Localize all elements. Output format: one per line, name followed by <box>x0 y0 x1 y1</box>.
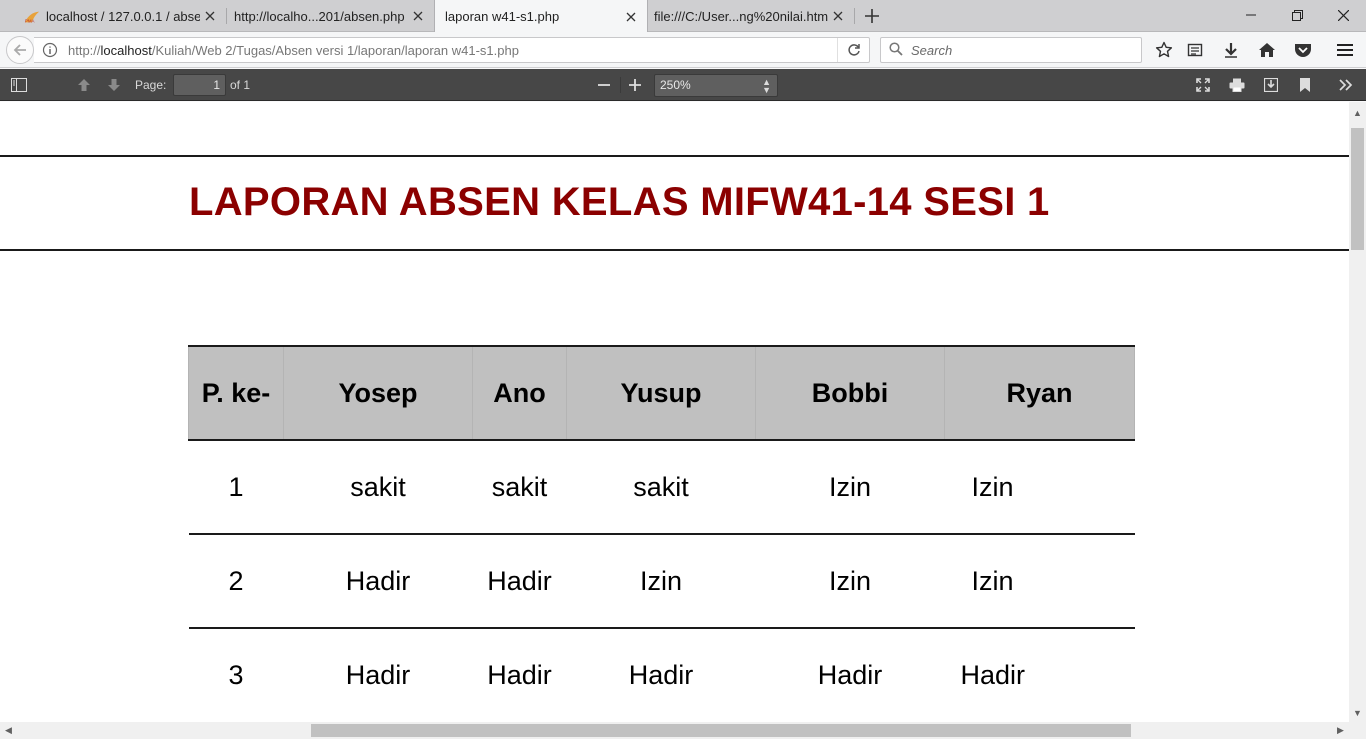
scroll-left-icon[interactable]: ◀ <box>0 722 17 739</box>
url-path: /Kuliah/Web 2/Tugas/Absen versi 1/lapora… <box>151 42 519 58</box>
table-row: 2 Hadir Hadir Izin Izin Izin <box>188 534 1135 629</box>
table-cell: Izin <box>944 534 1135 629</box>
new-tab-button[interactable] <box>860 4 884 28</box>
table-cell: Izin <box>755 440 945 535</box>
phpmyadmin-icon: PMA <box>24 8 40 24</box>
download-icon[interactable] <box>1219 38 1243 62</box>
table-cell: 1 <box>188 440 284 535</box>
bookmark-icon[interactable] <box>1292 73 1318 97</box>
tab-title: file:///C:/User...ng%20nilai.html <box>654 8 828 24</box>
column-header: Ryan <box>944 345 1135 441</box>
page-label: Page: <box>135 78 167 92</box>
attendance-table: P. ke- Yosep Ano Yusup Bobbi Ryan 1 saki… <box>188 345 1135 722</box>
navigation-bar: http://localhost/Kuliah/Web 2/Tugas/Abse… <box>0 32 1366 68</box>
home-icon[interactable] <box>1255 38 1279 62</box>
table-cell: Hadir <box>487 660 552 690</box>
report-title: LAPORAN ABSEN KELAS MIFW41-14 SESI 1 <box>189 180 1050 224</box>
print-icon[interactable] <box>1224 73 1250 97</box>
sidebar-toggle-icon[interactable] <box>6 73 32 97</box>
restore-button[interactable] <box>1274 0 1320 30</box>
close-tab-icon[interactable] <box>408 6 428 26</box>
table-cell: sakit <box>472 440 567 535</box>
save-document-icon[interactable] <box>1258 73 1284 97</box>
plus-icon <box>865 9 879 23</box>
previous-page-icon[interactable] <box>71 73 97 97</box>
page-total: of 1 <box>230 78 251 92</box>
bookmark-star-icon[interactable] <box>1152 38 1176 62</box>
zoom-value: 250% <box>660 78 691 92</box>
table-cell: Hadir <box>472 534 567 629</box>
close-tab-icon[interactable] <box>621 7 641 27</box>
column-header: Yosep <box>283 345 473 441</box>
close-tab-icon[interactable] <box>828 6 848 26</box>
scroll-down-icon[interactable]: ▼ <box>1349 704 1366 721</box>
site-info-icon[interactable] <box>42 42 58 58</box>
column-header: Yusup <box>566 345 756 441</box>
scroll-up-icon[interactable]: ▲ <box>1349 104 1366 121</box>
horizontal-rule <box>0 249 1349 251</box>
next-page-icon[interactable] <box>101 73 127 97</box>
tab-phpmyadmin[interactable]: PMA localhost / 127.0.0.1 / abse... <box>14 0 226 32</box>
vertical-scroll-thumb[interactable] <box>1351 128 1364 250</box>
table-header-row: P. ke- Yosep Ano Yusup Bobbi Ryan <box>188 345 1135 441</box>
tools-chevron-icon[interactable] <box>1333 73 1359 97</box>
table-row: 1 sakit sakit sakit Izin Izin <box>188 440 1135 535</box>
url-text[interactable]: http://localhost/Kuliah/Web 2/Tugas/Abse… <box>68 43 837 58</box>
select-arrows-icon: ▲ ▼ <box>762 77 771 95</box>
table-cell: Izin <box>566 534 756 629</box>
url-bar[interactable]: http://localhost/Kuliah/Web 2/Tugas/Abse… <box>34 37 870 63</box>
zoom-out-icon[interactable] <box>591 73 617 97</box>
table-cell: 2 <box>188 534 284 629</box>
reading-list-icon[interactable] <box>1183 38 1207 62</box>
table-row: 3 Hadir Hadir Hadir Hadir Hadir <box>189 628 1135 722</box>
zoom-select[interactable]: 250% ▲ ▼ <box>654 74 778 97</box>
column-header: Ano <box>472 345 567 441</box>
presentation-mode-icon[interactable] <box>1190 73 1216 97</box>
column-header: P. ke- <box>188 345 284 441</box>
table-cell: Izin <box>944 440 1135 535</box>
close-tab-icon[interactable] <box>200 6 220 26</box>
tab-nilai[interactable]: file:///C:/User...ng%20nilai.html <box>644 0 854 32</box>
minimize-button[interactable] <box>1228 0 1274 30</box>
table-cell: sakit <box>283 440 473 535</box>
page-number-input[interactable]: 1 <box>173 74 226 96</box>
tab-absen[interactable]: http://localho...201/absen.php <box>224 0 434 32</box>
reload-icon[interactable] <box>837 38 869 62</box>
table-cell: Hadir <box>283 534 473 629</box>
table-cell: sakit <box>566 440 756 535</box>
search-bar[interactable]: Search <box>880 37 1142 63</box>
url-host: localhost <box>100 42 152 58</box>
tab-strip: PMA localhost / 127.0.0.1 / abse... http… <box>0 0 1366 33</box>
menu-icon[interactable] <box>1333 38 1357 62</box>
search-icon <box>889 42 905 58</box>
tab-title: http://localho...201/absen.php <box>234 8 405 24</box>
back-arrow-icon <box>13 44 26 56</box>
vertical-scrollbar[interactable]: ▲ ▼ <box>1349 102 1366 722</box>
table-cell: Hadir <box>817 660 883 690</box>
pdf-toolbar: Page: 1 of 1 250% ▲ ▼ <box>0 69 1366 101</box>
back-button[interactable] <box>6 36 34 64</box>
table-cell: 3 <box>228 660 244 690</box>
toolbar-separator <box>620 77 621 93</box>
close-window-button[interactable] <box>1320 0 1366 30</box>
table-cell: Hadir <box>628 660 694 690</box>
search-placeholder: Search <box>911 42 953 58</box>
url-prefix: http:// <box>68 42 101 58</box>
svg-text:PMA: PMA <box>25 18 35 23</box>
scroll-right-icon[interactable]: ▶ <box>1332 722 1349 739</box>
pdf-viewer[interactable]: LAPORAN ABSEN KELAS MIFW41-14 SESI 1 P. … <box>0 102 1349 722</box>
table-cell: Hadir <box>960 660 1026 690</box>
tab-separator <box>854 8 855 24</box>
column-header: Bobbi <box>755 345 945 441</box>
table-cell: Hadir <box>345 660 411 690</box>
zoom-in-icon[interactable] <box>622 73 648 97</box>
horizontal-scroll-thumb[interactable] <box>311 724 1131 737</box>
pocket-icon[interactable] <box>1291 38 1315 62</box>
tab-laporan[interactable]: laporan w41-s1.php <box>434 0 648 33</box>
tab-title: localhost / 127.0.0.1 / abse... <box>46 8 200 24</box>
table-cell: Izin <box>755 534 945 629</box>
tab-title: laporan w41-s1.php <box>445 9 560 24</box>
horizontal-scrollbar[interactable]: ◀ ▶ <box>0 722 1366 739</box>
horizontal-rule <box>0 155 1349 157</box>
